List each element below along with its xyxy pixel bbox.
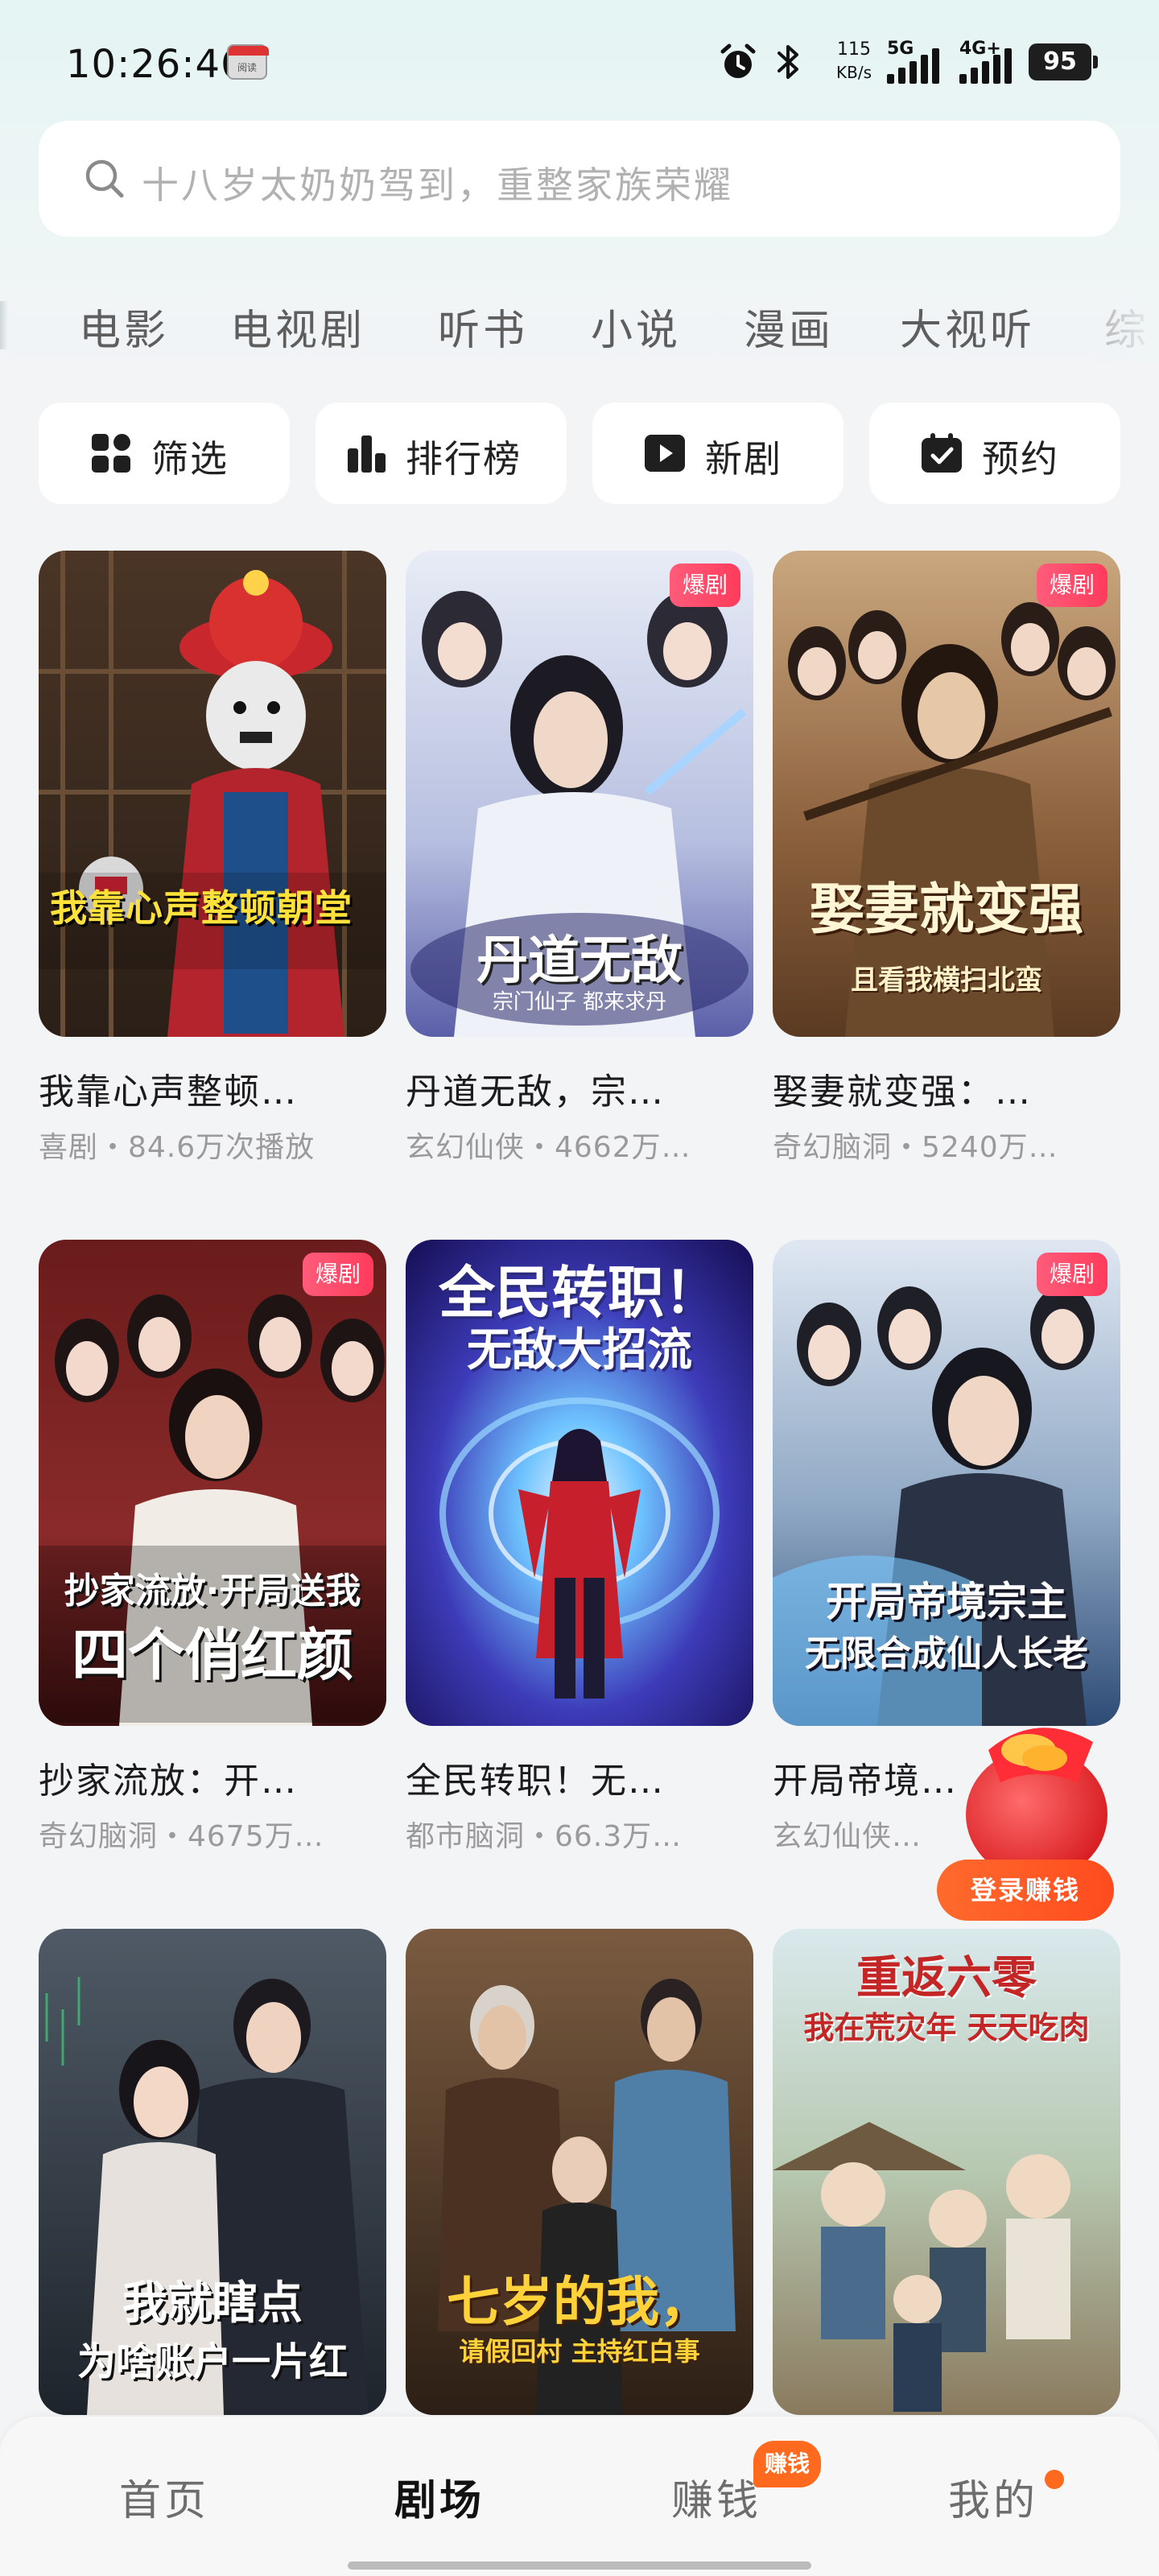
category-tab-tv[interactable]: 电视剧 [230,296,365,357]
notification-dot [1045,2470,1064,2489]
hot-badge: 爆剧 [1036,1253,1107,1296]
card-meta: 都市脑洞・66.3万… [406,1820,683,1853]
poster-image[interactable]: 开局帝境宗主 无限合成仙人长老 爆剧 [773,1240,1120,1726]
hot-badge: 爆剧 [669,564,740,607]
calendar-check-icon [922,433,962,473]
nav-theater[interactable]: 剧场 [359,2467,520,2527]
ranking-button[interactable]: 排行榜 [316,402,567,504]
bar-chart-icon [348,436,386,473]
reader-app-icon: 阅读 [227,44,269,80]
drama-card[interactable]: 七岁的我， 请假回村 主持红白事 [406,1929,753,2415]
poster-image[interactable]: 娶妻就变强 且看我横扫北蛮 爆剧 [773,551,1120,1037]
signal-4g-bars [959,47,1024,84]
card-meta: 玄幻仙侠・4662万… [406,1131,691,1164]
poster-image[interactable]: 重返六零 我在荒灾年 天天吃肉 [773,1929,1120,2415]
poster-subtitle-text: 无限合成仙人长老 [805,1633,1088,1674]
status-time: 10:26:46 [66,42,246,87]
drama-card[interactable]: 我靠心声整顿朝堂 我靠心声整顿… 喜剧・84.6万次播放 [39,551,386,1164]
drama-card[interactable]: 丹道无敌 宗门仙子 都来求丹 爆剧 丹道无敌，宗… 玄幻仙侠・4662万… [406,551,753,1164]
network-speed-value: 115 [837,39,871,60]
new-drama-label: 新剧 [705,437,782,481]
filter-label: 筛选 [151,437,229,481]
signal-5g-bars [887,47,951,84]
card-meta: 奇幻脑洞・4675万… [39,1820,324,1853]
bluetooth-icon [777,45,798,79]
category-tab-audiobook[interactable]: 听书 [438,296,528,357]
poster-title-text: 抄家流放·开局送我 [64,1571,361,1612]
battery-indicator: 95 [1029,43,1098,80]
alarm-icon [720,43,756,78]
status-bar: 10:26:46 阅读 115 KB/s 5G 4G+ 95 [0,0,1159,121]
new-drama-button[interactable]: 新剧 [592,402,843,504]
poster-image[interactable]: 丹道无敌 宗门仙子 都来求丹 爆剧 [406,551,753,1037]
card-title: 丹道无敌，宗… [406,1071,665,1113]
search-icon [85,159,124,198]
category-tabs: 电影 电视剧 听书 小说 漫画 大视听 综 [0,290,1159,362]
poster-image[interactable]: 抄家流放·开局送我 四个俏红颜 爆剧 [39,1240,386,1726]
hot-badge: 爆剧 [1036,564,1107,607]
network-speed-unit: KB/s [836,63,872,82]
poster-subtitle-text: 宗门仙子 都来求丹 [492,990,667,1014]
drama-card[interactable]: 我就瞎点 为啥账户一片红 [39,1929,386,2415]
bottom-nav: 首页 剧场 赚钱 赚钱 我的 [0,2417,1159,2576]
poster-title-text: 娶妻就变强 [809,878,1083,942]
search-bar[interactable]: 十八岁太奶奶驾到，重整家族荣耀 [39,121,1120,237]
search-placeholder: 十八岁太奶奶驾到，重整家族荣耀 [142,163,733,207]
poster-image[interactable]: 七岁的我， 请假回村 主持红白事 [406,1929,753,2415]
filter-button[interactable]: 筛选 [39,402,290,504]
poster-title-text: 丹道无敌 [476,931,683,991]
category-tab-movie[interactable]: 电影 [79,296,169,357]
poster-subtitle-text: 请假回村 主持红白事 [459,2336,700,2367]
category-tab-comic[interactable]: 漫画 [744,296,834,357]
category-tab-big-media[interactable]: 大视听 [900,296,1035,357]
poster-image[interactable]: 我就瞎点 为啥账户一片红 [39,1929,386,2415]
login-earn-button[interactable]: 登录赚钱 [937,1860,1114,1921]
poster-subtitle-text: 无敌大招流 [467,1324,692,1377]
card-meta: 喜剧・84.6万次播放 [39,1131,316,1164]
poster-image[interactable]: 全民转职！ 无敌大招流 [406,1240,753,1726]
category-tab-novel[interactable]: 小说 [591,296,681,357]
card-title: 娶妻就变强：… [773,1071,1032,1113]
play-square-icon [645,435,685,472]
reserve-label: 预约 [982,437,1059,481]
drama-card[interactable]: 娶妻就变强 且看我横扫北蛮 爆剧 娶妻就变强：… 奇幻脑洞・5240万… [773,551,1120,1164]
ranking-label: 排行榜 [406,437,522,481]
card-meta: 奇幻脑洞・5240万… [773,1131,1058,1164]
poster-subtitle-text: 我在荒灾年 天天吃肉 [803,2010,1090,2046]
poster-title-text: 我就瞎点 [122,2277,303,2330]
poster-image[interactable]: 我靠心声整顿朝堂 [39,551,386,1037]
poster-title-text: 我靠心声整顿朝堂 [50,886,353,930]
poster-subtitle-text: 且看我横扫北蛮 [851,964,1042,997]
earn-badge: 赚钱 [753,2441,822,2487]
network-speed: 115 KB/s [826,39,882,84]
hot-badge: 爆剧 [302,1253,373,1296]
drama-card[interactable]: 抄家流放·开局送我 四个俏红颜 爆剧 抄家流放：开… 奇幻脑洞・4675万… [39,1240,386,1853]
poster-title-text: 开局帝境宗主 [826,1579,1067,1625]
red-packet-icon [966,1728,1107,1880]
home-indicator[interactable] [348,2562,811,2570]
drama-card[interactable]: 重返六零 我在荒灾年 天天吃肉 [773,1929,1120,2415]
category-fade [1087,290,1159,362]
poster-title-text: 七岁的我， [447,2271,712,2333]
grid-filter-icon [92,434,130,473]
poster-subtitle-text: 为啥账户一片红 [76,2339,348,2384]
reader-badge-label: 阅读 [237,62,257,73]
card-title: 我靠心声整顿… [39,1071,298,1113]
scroll-edge-shadow [0,301,8,349]
card-title: 全民转职！无… [406,1761,665,1802]
poster-title-text: 重返六零 [856,1952,1037,2004]
reserve-button[interactable]: 预约 [869,402,1120,504]
nav-home[interactable]: 首页 [84,2467,245,2527]
card-title: 抄家流放：开… [39,1761,298,1802]
poster-subtitle-text: 四个俏红颜 [72,1622,353,1688]
drama-card[interactable]: 全民转职！ 无敌大招流 全民转职！无… 都市脑洞・66.3万… [406,1240,753,1853]
